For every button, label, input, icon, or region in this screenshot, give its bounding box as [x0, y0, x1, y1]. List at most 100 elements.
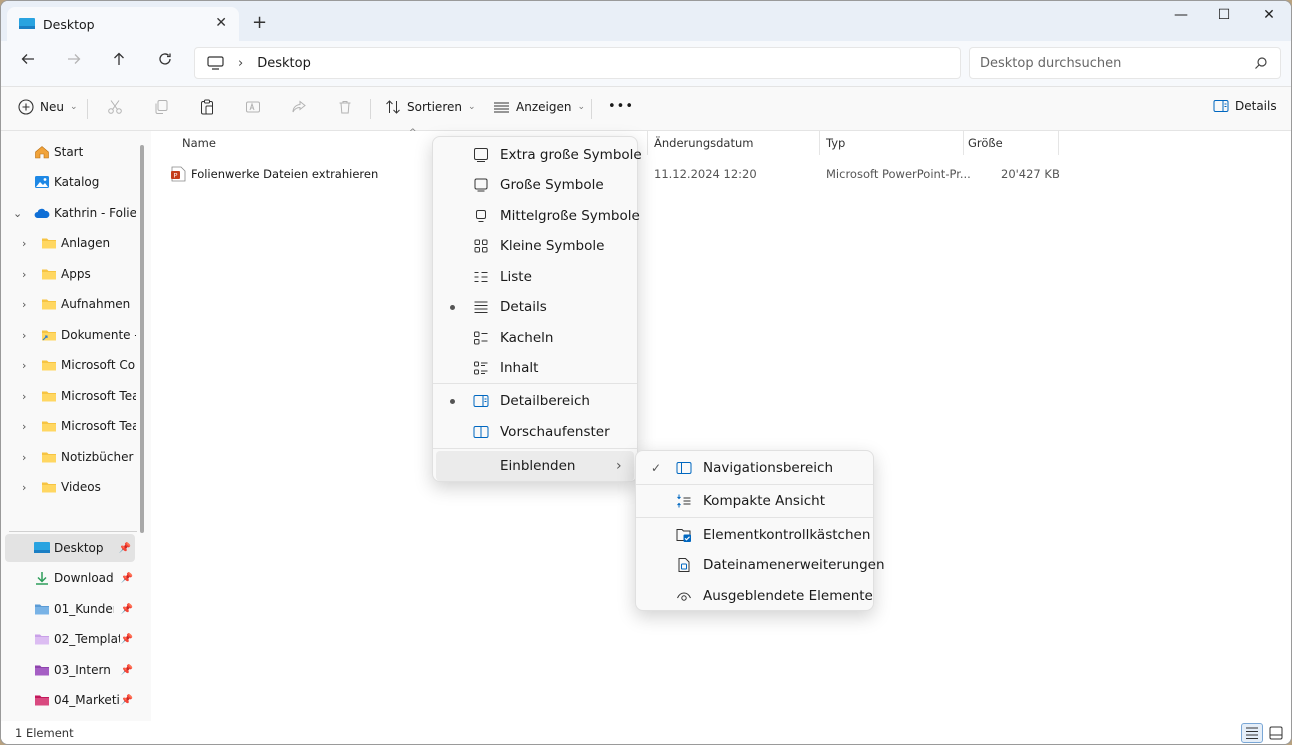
- menu-item-tiles[interactable]: Kacheln: [433, 323, 637, 353]
- quick-access-folder[interactable]: 02_Templates 📌: [1, 625, 137, 653]
- pin-icon[interactable]: 📌: [121, 604, 133, 615]
- menu-item-show[interactable]: Einblenden ›: [436, 451, 634, 481]
- menu-item-extra-large-icons[interactable]: Extra große Symbole: [433, 140, 642, 170]
- column-header-name[interactable]: Name: [182, 135, 216, 157]
- search-icon[interactable]: [1254, 56, 1268, 70]
- chevron-right-icon[interactable]: ›: [22, 451, 26, 464]
- column-header-date[interactable]: Änderungsdatum: [654, 135, 753, 157]
- sidebar-folder-item[interactable]: › Aufnahmen: [1, 290, 137, 318]
- chevron-right-icon[interactable]: ›: [22, 329, 26, 342]
- item-count: 1 Element: [15, 726, 74, 740]
- back-button[interactable]: [13, 51, 43, 75]
- cut-button[interactable]: [107, 99, 129, 115]
- chevron-right-icon[interactable]: ›: [22, 390, 26, 403]
- rename-button[interactable]: [245, 99, 267, 115]
- new-button[interactable]: Neu ⌄: [18, 99, 78, 115]
- sidebar-folder-item[interactable]: › Apps: [1, 260, 137, 288]
- folder-icon: [42, 482, 56, 493]
- menu-item-preview-pane[interactable]: Vorschaufenster: [433, 417, 637, 447]
- chevron-right-icon[interactable]: ›: [22, 237, 26, 250]
- compact-view-icon: [677, 494, 691, 508]
- chevron-right-icon[interactable]: ›: [22, 268, 26, 281]
- sidebar-scrollbar[interactable]: [140, 145, 144, 533]
- quick-access-folder[interactable]: 03_Intern 📌: [1, 656, 137, 684]
- view-button[interactable]: Anzeigen ⌄: [493, 99, 585, 115]
- search-input[interactable]: [980, 55, 1250, 71]
- arrow-left-icon: [21, 54, 34, 64]
- table-row[interactable]: P Folienwerke Dateien extrahieren: [171, 163, 378, 185]
- column-divider[interactable]: [963, 131, 964, 155]
- column-divider[interactable]: [647, 131, 648, 155]
- column-header-type[interactable]: Typ: [826, 135, 845, 157]
- delete-button[interactable]: [337, 99, 359, 115]
- menu-item-details[interactable]: Details: [433, 292, 637, 322]
- menu-item-content[interactable]: Inhalt: [433, 353, 637, 383]
- menu-item-small-icons[interactable]: Kleine Symbole: [433, 231, 637, 261]
- submenu-item-compact-view[interactable]: Kompakte Ansicht: [636, 486, 873, 516]
- submenu-item-file-extensions[interactable]: Dateinamenerweiterungen: [636, 550, 885, 580]
- refresh-icon: [159, 53, 171, 65]
- sidebar-folder-item[interactable]: › Microsoft Tean: [1, 382, 137, 410]
- tiles-view-icon: [1269, 726, 1283, 740]
- sidebar-item-start[interactable]: Start: [1, 138, 137, 166]
- folder-icon: [42, 238, 56, 249]
- sidebar-folder-item[interactable]: › Anlagen: [1, 229, 137, 257]
- chevron-down-icon: ⌄: [577, 102, 585, 112]
- sort-button[interactable]: Sortieren ⌄: [385, 99, 476, 115]
- menu-item-medium-icons[interactable]: Mittelgroße Symbole: [433, 201, 640, 231]
- new-tab-button[interactable]: +: [252, 12, 267, 33]
- sidebar-item-onedrive[interactable]: ⌄ Kathrin - FolienW: [1, 199, 137, 227]
- details-pane-icon: [473, 395, 489, 407]
- address-row: › Desktop: [1, 41, 1291, 87]
- quick-access-folder[interactable]: 01_Kunden 📌: [1, 595, 137, 623]
- sidebar-folder-item[interactable]: › Microsoft Tean: [1, 412, 137, 440]
- submenu-item-hidden-items[interactable]: Ausgeblendete Elemente: [636, 581, 873, 611]
- menu-item-details-pane[interactable]: Detailbereich: [433, 386, 637, 416]
- sidebar-folder-item[interactable]: › Dokumente - F: [1, 321, 137, 349]
- pin-icon[interactable]: 📌: [121, 573, 133, 584]
- tab-desktop[interactable]: Desktop ✕: [7, 7, 239, 41]
- search-box[interactable]: [969, 47, 1281, 79]
- refresh-button[interactable]: [150, 51, 180, 75]
- column-header-size[interactable]: Größe: [968, 135, 1003, 157]
- sidebar-item-gallery[interactable]: Katalog: [1, 168, 137, 196]
- maximize-button[interactable]: ☐: [1201, 7, 1247, 23]
- quick-access-desktop[interactable]: Desktop 📌: [5, 534, 135, 562]
- minimize-button[interactable]: —: [1158, 7, 1204, 23]
- chevron-right-icon[interactable]: ›: [22, 298, 26, 311]
- share-button[interactable]: [291, 99, 313, 115]
- submenu-item-navigation-pane[interactable]: ✓ Navigationsbereich: [636, 453, 873, 483]
- details-view-button[interactable]: [1241, 723, 1263, 743]
- pin-icon[interactable]: 📌: [119, 543, 131, 554]
- breadcrumb-separator[interactable]: ›: [238, 56, 243, 71]
- tab-close-icon[interactable]: ✕: [215, 15, 227, 31]
- menu-item-list[interactable]: Liste: [433, 262, 637, 292]
- pin-icon[interactable]: 📌: [121, 665, 133, 676]
- forward-button[interactable]: [59, 51, 89, 75]
- chevron-right-icon[interactable]: ›: [22, 359, 26, 372]
- up-button[interactable]: [104, 51, 134, 75]
- column-divider[interactable]: [1058, 131, 1059, 155]
- details-pane-button[interactable]: Details: [1213, 99, 1277, 113]
- tiles-view-button[interactable]: [1265, 723, 1287, 743]
- shared-folder-icon: [42, 330, 56, 341]
- menu-item-large-icons[interactable]: Große Symbole: [433, 170, 637, 200]
- sidebar-folder-item[interactable]: › Videos: [1, 473, 137, 501]
- chevron-right-icon[interactable]: ›: [22, 420, 26, 433]
- sidebar-folder-item[interactable]: › Microsoft Copi: [1, 351, 137, 379]
- pin-icon[interactable]: 📌: [121, 634, 133, 645]
- copy-button[interactable]: [153, 99, 175, 115]
- paste-button[interactable]: [199, 99, 221, 115]
- more-options-button[interactable]: •••: [608, 99, 634, 114]
- chevron-down-icon[interactable]: ⌄: [13, 207, 22, 220]
- quick-access-downloads[interactable]: Downloads 📌: [1, 564, 137, 592]
- sidebar-folder-item[interactable]: › Notizbücher: [1, 443, 137, 471]
- address-bar[interactable]: › Desktop: [194, 47, 961, 79]
- breadcrumb-desktop[interactable]: Desktop: [257, 56, 311, 71]
- quick-access-folder[interactable]: 04_Marketing 📌: [1, 686, 137, 714]
- close-button[interactable]: ✕: [1246, 7, 1291, 23]
- submenu-item-item-checkboxes[interactable]: Elementkontrollkästchen: [636, 520, 873, 550]
- chevron-right-icon[interactable]: ›: [22, 481, 26, 494]
- pin-icon[interactable]: 📌: [121, 695, 133, 706]
- column-divider[interactable]: [819, 131, 820, 155]
